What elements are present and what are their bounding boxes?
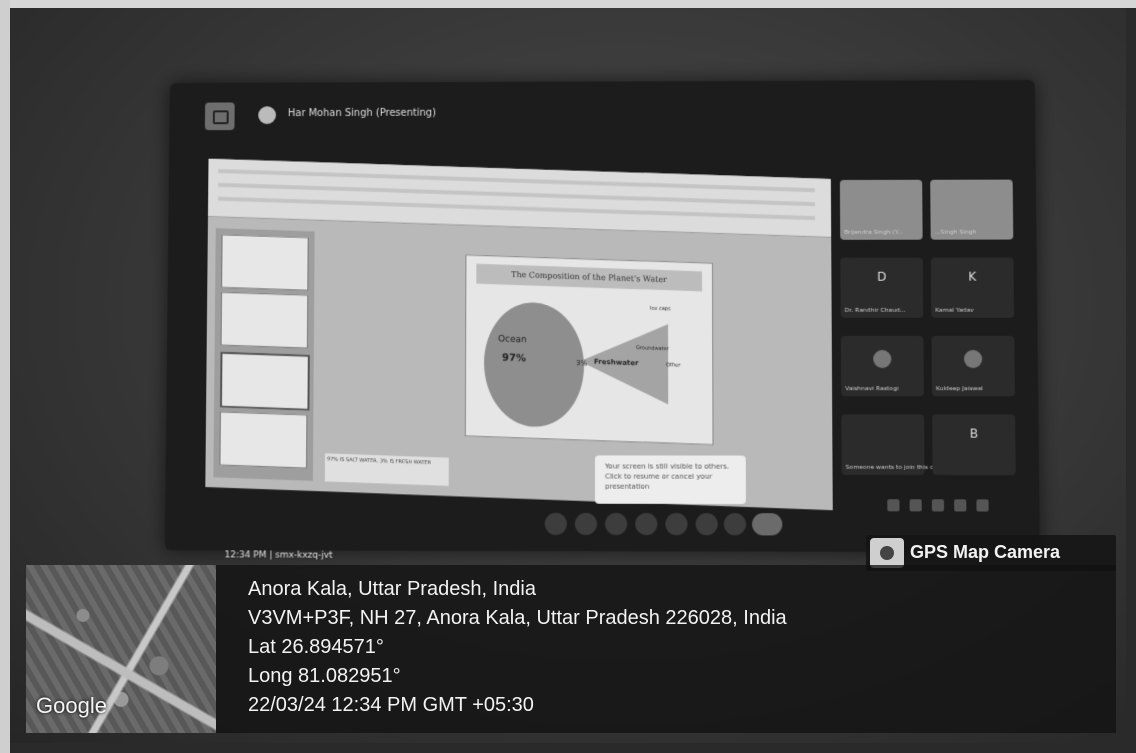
google-logo: Google <box>36 693 107 718</box>
participant-tile[interactable]: ...Singh Singh <box>930 179 1014 240</box>
participant-initial: B <box>969 426 978 441</box>
people-icon[interactable] <box>909 499 922 512</box>
participant-tile[interactable]: B <box>932 414 1016 476</box>
meet-controls <box>544 512 807 540</box>
slide-thumbnail[interactable] <box>220 291 309 349</box>
emoji-icon[interactable] <box>635 512 658 536</box>
other-label: Other <box>666 362 681 369</box>
participant-name: ...Singh Singh <box>934 228 977 236</box>
participant-tile[interactable]: D Dr. Randhir Chaud... <box>840 257 924 318</box>
camera-icon[interactable] <box>574 512 597 536</box>
meeting-code: smx-kxzq-jvt <box>275 550 333 561</box>
slide-thumbnail[interactable] <box>219 411 308 469</box>
end-call-button[interactable] <box>752 513 783 536</box>
current-slide: The Composition of the Planet's Water Oc… <box>464 254 714 446</box>
groundwater-label: Groundwater <box>636 345 669 353</box>
gps-info-panel: Google Anora Kala, Uttar Pradesh, India … <box>26 565 1116 733</box>
slide-thumbnail-active[interactable] <box>219 351 310 411</box>
ocean-percent: 97% <box>502 352 526 365</box>
presenting-toast[interactable]: Your screen is still visible to others. … <box>594 455 746 505</box>
ocean-label: Ocean <box>498 334 527 346</box>
gps-latitude: Lat 26.894571° <box>248 636 384 658</box>
meeting-info: 12:34 PM | smx-kxzq-jvt <box>225 550 333 560</box>
paper-edge-left <box>0 0 10 753</box>
raise-hand-icon[interactable] <box>695 513 718 536</box>
powerpoint-ribbon <box>207 158 832 238</box>
join-request-text: Someone wants to join this call <box>845 463 941 471</box>
avatar <box>873 349 892 369</box>
participant-tile[interactable]: Vaishnavi Rastogi <box>840 335 924 397</box>
gps-app-name: GPS Map Camera <box>910 542 1061 562</box>
participant-tile[interactable]: Brijendra Singh (Y... <box>839 179 923 240</box>
participant-name: Vaishnavi Rastogi <box>845 385 899 393</box>
camera-off-icon[interactable] <box>204 102 235 131</box>
participant-name: Kamal Yadav <box>935 306 974 314</box>
gps-datetime: 22/03/24 12:34 PM GMT +05:30 <box>248 694 534 716</box>
participant-tiles: Brijendra Singh (Y... ...Singh Singh D D… <box>839 179 1024 502</box>
more-options-icon[interactable] <box>723 513 747 536</box>
participant-initial: D <box>876 269 887 284</box>
ice-label: Ice caps <box>650 305 671 313</box>
gps-place: Anora Kala, Uttar Pradesh, India <box>248 578 536 600</box>
participant-name: Dr. Randhir Chaud... <box>844 306 906 314</box>
meet-header: Har Mohan Singh (Presenting) <box>199 99 695 131</box>
presenter-avatar <box>258 106 277 125</box>
small-percent: 3% <box>575 359 588 368</box>
chat-icon[interactable] <box>931 499 945 512</box>
info-icon[interactable] <box>887 499 900 512</box>
participant-tile[interactable]: Kuldeep Jaiswal <box>931 335 1015 397</box>
slide-thumbnail[interactable] <box>221 234 309 291</box>
gps-longitude: Long 81.082951° <box>248 665 401 687</box>
avatar <box>963 349 983 369</box>
map-thumbnail: Google <box>26 565 216 733</box>
paper-edge-top <box>0 0 1136 8</box>
camera-icon <box>870 538 904 568</box>
side-controls <box>887 499 1009 519</box>
presenter-name: Har Mohan Singh (Presenting) <box>287 107 436 120</box>
participant-name: Brijendra Singh (Y... <box>844 228 904 236</box>
ocean-pie <box>483 300 585 429</box>
monitor: Har Mohan Singh (Presenting) The Composi… <box>164 79 1040 561</box>
participant-name: Kuldeep Jaiswal <box>935 385 984 393</box>
meeting-time: 12:34 PM <box>224 550 267 561</box>
captions-icon[interactable] <box>605 512 628 536</box>
gps-address: V3VM+P3F, NH 27, Anora Kala, Uttar Prade… <box>248 607 787 629</box>
lock-icon[interactable] <box>976 499 989 512</box>
gps-details: Anora Kala, Uttar Pradesh, India V3VM+P3… <box>248 575 787 720</box>
slide-thumbnails <box>213 228 315 482</box>
participant-initial: K <box>968 269 977 284</box>
participant-tile[interactable]: K Kamal Yadav <box>930 257 1015 318</box>
speaker-notes: 97% IS SALT WATER, 3% IS FRESH WATER <box>324 453 449 486</box>
mic-icon[interactable] <box>544 512 567 535</box>
activities-icon[interactable] <box>954 499 967 512</box>
present-icon[interactable] <box>665 512 688 536</box>
freshwater-label: Freshwater <box>593 357 639 368</box>
slide-title: The Composition of the Planet's Water <box>476 263 703 292</box>
join-request-tile[interactable]: Someone wants to join this call <box>841 414 940 475</box>
